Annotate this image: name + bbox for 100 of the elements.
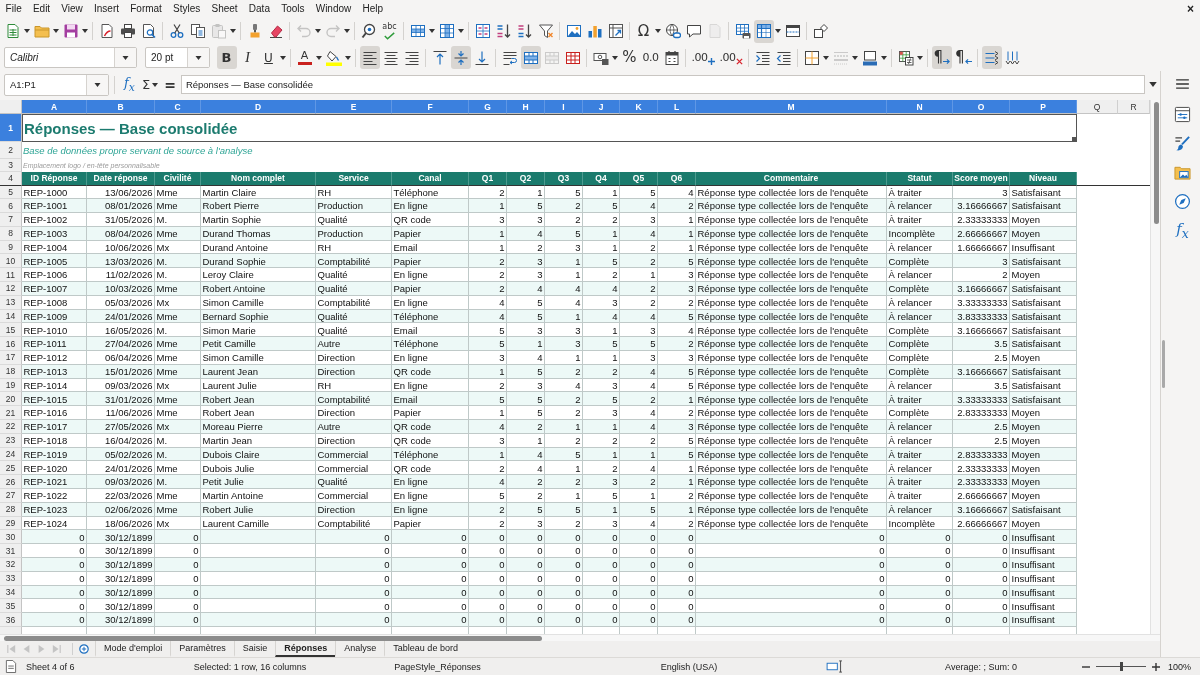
circle-plus-icon[interactable] <box>79 644 89 654</box>
caret-icon[interactable] <box>654 29 661 33</box>
arrow-left-icon[interactable] <box>964 58 972 65</box>
special-character-button[interactable]: Ω <box>633 19 654 43</box>
sum-button[interactable]: Σ <box>139 74 153 95</box>
column-header[interactable]: A <box>22 100 87 114</box>
caret-icon[interactable] <box>23 29 30 33</box>
caret-icon[interactable] <box>52 29 59 33</box>
underline-button[interactable]: U <box>258 46 279 69</box>
functions-deck-button[interactable]: f$_{x}$ <box>1168 216 1197 245</box>
slider-thumb[interactable] <box>1119 662 1123 671</box>
plus-icon[interactable] <box>1152 662 1160 671</box>
row-header[interactable]: 35 <box>0 599 22 614</box>
row-header[interactable]: 3 <box>0 159 22 172</box>
row-header[interactable]: 25 <box>0 461 22 476</box>
row-header[interactable]: 2 <box>0 142 22 159</box>
image-folder-icon[interactable] <box>1174 164 1191 181</box>
language-text[interactable]: English (USA) <box>660 661 718 672</box>
column-header[interactable]: J <box>583 100 620 114</box>
column-header[interactable]: N <box>887 100 953 114</box>
row-header[interactable]: 10 <box>0 254 22 269</box>
color-bar-icon[interactable] <box>297 62 312 65</box>
caret-icon[interactable] <box>428 29 435 33</box>
row-header[interactable]: 30 <box>0 530 22 545</box>
menu-item[interactable]: Help <box>356 0 389 18</box>
caret-icon[interactable] <box>195 55 202 60</box>
menu-item[interactable]: Sheet <box>205 0 244 18</box>
column-header[interactable]: H <box>507 100 545 114</box>
column-header[interactable]: O <box>953 100 1010 114</box>
column-header[interactable]: F <box>392 100 469 114</box>
caret-icon[interactable] <box>457 29 464 33</box>
column-header[interactable]: Q <box>1077 100 1118 114</box>
scrollbar-thumb[interactable] <box>4 635 542 641</box>
dropdown-button[interactable] <box>114 48 136 67</box>
column-header[interactable]: R <box>1118 100 1150 114</box>
row-header[interactable]: 32 <box>0 558 22 572</box>
column-header[interactable]: E <box>316 100 392 114</box>
caret-icon[interactable] <box>94 82 101 87</box>
font-color-button[interactable]: A <box>294 46 315 69</box>
formula-button[interactable]: = <box>162 74 178 95</box>
row-header[interactable]: 11 <box>0 268 22 283</box>
caret-icon[interactable] <box>122 55 129 60</box>
formula-input[interactable]: Réponses — Base consolidée <box>180 75 1145 94</box>
menu-item[interactable]: View <box>55 0 89 18</box>
caret-icon[interactable] <box>611 55 618 60</box>
minus-icon[interactable] <box>1082 665 1090 668</box>
italic-button[interactable]: I <box>237 46 258 69</box>
menu-icon[interactable] <box>1176 79 1189 89</box>
menu-item[interactable]: Window <box>310 0 357 18</box>
name-box[interactable]: A1:P1 <box>4 73 109 96</box>
left-to-right-button[interactable]: ¶ <box>931 46 953 69</box>
number-button[interactable]: 0.0 <box>640 46 661 69</box>
menu-item[interactable]: Format <box>124 0 168 18</box>
column-header[interactable]: M <box>696 100 887 114</box>
row-header[interactable]: 12 <box>0 282 22 296</box>
percent-button[interactable]: % <box>619 46 640 69</box>
row-header[interactable]: 6 <box>0 199 22 214</box>
caret-icon[interactable] <box>152 82 159 87</box>
row-header[interactable]: 21 <box>0 406 22 421</box>
fill-handle[interactable] <box>1072 137 1076 141</box>
arrow-right-icon[interactable] <box>943 58 951 65</box>
document-status-icon[interactable] <box>5 660 17 673</box>
caret-icon[interactable] <box>916 55 923 60</box>
close-document-button[interactable]: × <box>1185 1 1196 17</box>
column-header[interactable]: L <box>658 100 696 114</box>
compass-icon[interactable] <box>1174 193 1191 210</box>
column-header[interactable]: I <box>545 100 583 114</box>
zoom-percentage[interactable]: 100% <box>1168 661 1192 672</box>
add-decimal-button[interactable]: .00 <box>689 46 717 69</box>
row-header[interactable]: 22 <box>0 420 22 434</box>
row-header[interactable]: 20 <box>0 392 22 407</box>
menu-item[interactable]: Styles <box>167 0 206 18</box>
row-header[interactable]: 16 <box>0 337 22 352</box>
caret-icon[interactable] <box>315 55 322 60</box>
menu-item[interactable]: File <box>0 0 28 18</box>
cross-icon[interactable] <box>735 58 743 65</box>
column-header[interactable]: D <box>201 100 316 114</box>
check-mark-icon[interactable] <box>384 31 395 40</box>
scrollbar-thumb[interactable] <box>1153 102 1159 224</box>
menu-item[interactable]: Insert <box>88 0 125 18</box>
properties-icon[interactable] <box>1174 106 1191 123</box>
right-to-left-button[interactable]: ¶ <box>953 46 974 69</box>
column-header[interactable]: B <box>87 100 155 114</box>
row-header[interactable]: 1 <box>0 114 22 142</box>
row-header[interactable]: 26 <box>0 475 22 490</box>
brush-icon[interactable] <box>1174 135 1191 152</box>
column-header[interactable]: C <box>155 100 201 114</box>
row-header[interactable]: 17 <box>0 351 22 365</box>
dropdown-button[interactable] <box>187 48 209 67</box>
menu-item[interactable]: Edit <box>27 0 56 18</box>
bold-button[interactable]: B <box>216 46 237 69</box>
text-cursor-icon[interactable] <box>826 660 844 673</box>
column-header[interactable]: K <box>620 100 658 114</box>
caret-icon[interactable] <box>774 29 781 33</box>
caret-icon[interactable] <box>81 29 88 33</box>
function-wizard-button[interactable]: f$_{x}$ <box>122 74 137 95</box>
spelling-button[interactable]: abc <box>379 19 400 43</box>
column-header[interactable]: G <box>469 100 507 114</box>
column-header[interactable]: P <box>1010 100 1077 114</box>
row-header[interactable]: 36 <box>0 613 22 627</box>
